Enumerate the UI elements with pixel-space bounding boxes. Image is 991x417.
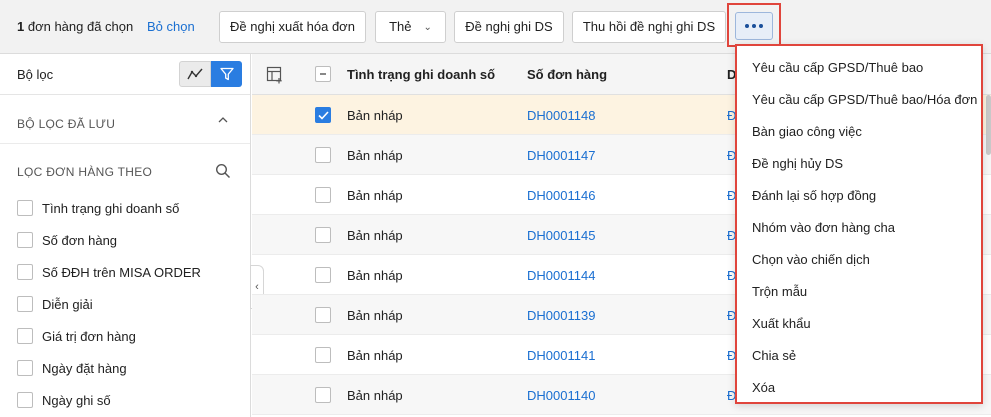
row-order-link[interactable]: DH0001144 [527,268,595,283]
menu-item-add-to-campaign[interactable]: Chọn vào chiến dịch [752,252,870,272]
row-checkbox[interactable] [315,347,331,363]
checkbox[interactable] [17,392,33,408]
row-status: Bản nháp [347,228,403,243]
row-order-link[interactable]: DH0001139 [527,308,595,323]
menu-item-cancel-ds[interactable]: Đề nghị hủy DS [752,156,843,176]
header-status[interactable]: Tình trạng ghi doanh số [347,67,495,82]
filter-option-label: Ngày đặt hàng [42,360,127,376]
row-checkbox[interactable] [315,187,331,203]
more-horizontal-icon [745,24,749,28]
row-checkbox[interactable] [315,107,331,123]
more-button-highlight [727,3,781,47]
row-status: Bản nháp [347,388,403,403]
filter-option-label: Số ĐĐH trên MISA ORDER [42,264,201,280]
search-icon[interactable] [215,163,231,179]
filter-header: Bộ lọc [0,54,250,95]
row-order-link[interactable]: DH0001147 [527,148,595,163]
filter-toggle-button[interactable] [211,61,242,87]
propose-invoice-button[interactable]: Đề nghị xuất hóa đơn [219,11,366,43]
filter-option-label: Diễn giải [42,296,93,312]
divider [0,143,250,144]
tag-label: Thẻ [389,19,412,34]
row-status: Bản nháp [347,108,403,123]
chart-toggle-button[interactable] [179,61,211,87]
filter-option-label: Giá trị đơn hàng [42,328,136,344]
trend-line-icon [187,68,203,80]
menu-item-mail-merge[interactable]: Trộn mẫu [752,284,807,304]
row-checkbox[interactable] [315,147,331,163]
menu-item-request-gpsd[interactable]: Yêu cầu cấp GPSD/Thuê bao [752,60,923,80]
filter-panel: Bộ lọc BỘ LỌC ĐÃ LƯU LỌC ĐƠN HÀNG THEO T… [0,54,251,417]
funnel-icon [219,67,234,81]
row-order-link[interactable]: DH0001140 [527,388,595,403]
more-actions-button[interactable] [735,12,773,40]
header-order-number[interactable]: Số đơn hàng [527,67,607,82]
unselect-link[interactable]: Bỏ chọn [147,19,195,34]
filter-title: Bộ lọc [17,67,54,82]
vertical-scrollbar[interactable] [986,95,991,155]
check-icon [317,110,329,120]
row-order-link[interactable]: DH0001148 [527,108,595,123]
row-status: Bản nháp [347,348,403,363]
column-settings-icon[interactable] [266,66,284,84]
row-checkbox[interactable] [315,387,331,403]
filter-option[interactable]: Giá trị đơn hàng [17,326,136,346]
checkbox[interactable] [17,360,33,376]
checkbox[interactable] [17,264,33,280]
filter-option-label: Ngày ghi số [42,392,111,408]
menu-item-share[interactable]: Chia sẻ [752,348,796,368]
select-all-checkbox[interactable] [315,66,331,82]
menu-item-group-parent-order[interactable]: Nhóm vào đơn hàng cha [752,220,895,240]
row-order-link[interactable]: DH0001146 [527,188,595,203]
filter-option[interactable]: Ngày đặt hàng [17,358,127,378]
row-status: Bản nháp [347,308,403,323]
chevron-down-icon: ⌄ [423,22,432,33]
filter-option[interactable]: Tình trạng ghi doanh số [17,198,179,218]
menu-item-renumber-contract[interactable]: Đánh lại số hợp đồng [752,188,876,208]
row-order-link[interactable]: DH0001145 [527,228,595,243]
selected-count: 1 [17,19,25,34]
checkbox[interactable] [17,232,33,248]
filter-by-heading: LỌC ĐƠN HÀNG THEO [17,165,153,179]
tag-dropdown-button[interactable]: Thẻ ⌄ [375,11,446,43]
row-status: Bản nháp [347,148,403,163]
row-order-link[interactable]: DH0001141 [527,348,595,363]
menu-item-handover-work[interactable]: Bàn giao công việc [752,124,862,144]
chevron-up-icon[interactable] [217,114,229,126]
filter-option[interactable]: Ngày ghi số [17,390,111,410]
menu-item-delete[interactable]: Xóa [752,380,775,400]
checkbox[interactable] [17,296,33,312]
checkbox[interactable] [17,200,33,216]
saved-filters-heading[interactable]: BỘ LỌC ĐÃ LƯU [17,117,115,131]
selected-count-text: 1 đơn hàng đã chọn [17,19,133,34]
row-checkbox[interactable] [315,227,331,243]
filter-option[interactable]: Số ĐĐH trên MISA ORDER [17,262,201,282]
filter-option-label: Số đơn hàng [42,232,118,248]
menu-item-export[interactable]: Xuất khẩu [752,316,811,336]
minus-icon [320,73,326,75]
selected-label: đơn hàng đã chọn [27,19,134,34]
more-actions-menu: Yêu cầu cấp GPSD/Thuê bao Yêu cầu cấp GP… [735,44,983,404]
row-status: Bản nháp [347,188,403,203]
revoke-ds-button[interactable]: Thu hồi đề nghị ghi DS [572,11,726,43]
filter-option[interactable]: Diễn giải [17,294,93,314]
row-checkbox[interactable] [315,267,331,283]
filter-option-label: Tình trạng ghi doanh số [42,200,180,216]
menu-item-request-gpsd-invoice[interactable]: Yêu cầu cấp GPSD/Thuê bao/Hóa đơn [752,92,977,112]
row-status: Bản nháp [347,268,403,283]
propose-ds-button[interactable]: Đề nghị ghi DS [454,11,564,43]
filter-option[interactable]: Số đơn hàng [17,230,117,250]
checkbox[interactable] [17,328,33,344]
row-checkbox[interactable] [315,307,331,323]
